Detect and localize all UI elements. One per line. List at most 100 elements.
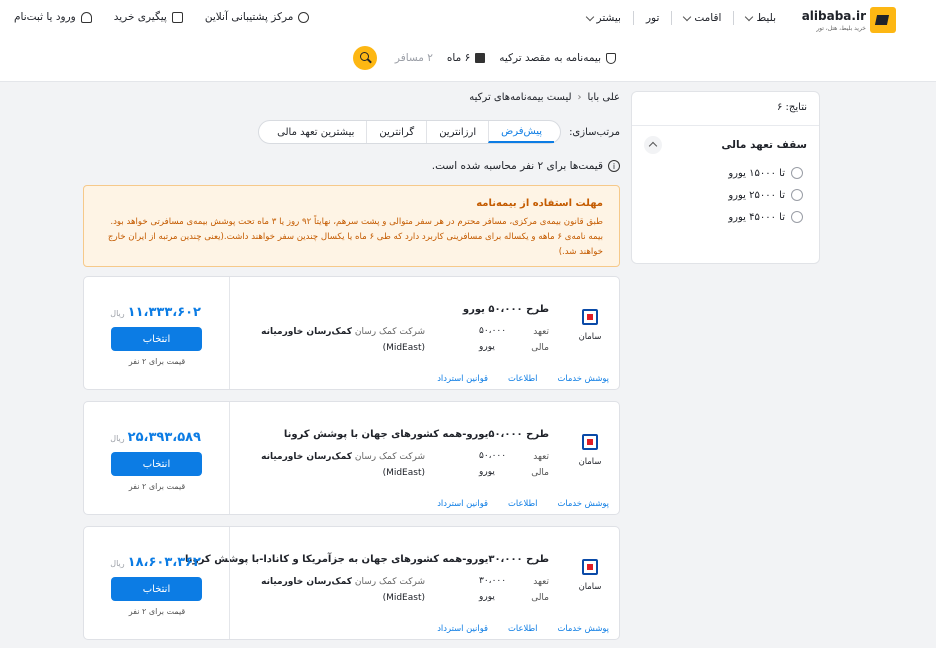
- assistance-company: شرکت کمک رسان کمک‌رسان خاورمیانه (MidEas…: [261, 449, 425, 481]
- header-actions: ورود یا ثبت‌نام پیگیری خرید مرکز پشتیبان…: [14, 11, 310, 23]
- sort-tab-default[interactable]: پیش‌فرض: [488, 121, 555, 143]
- nav-item-ticket[interactable]: بلیط: [736, 12, 786, 24]
- price-value: ۲۵،۳۹۳،۵۸۹: [127, 430, 201, 445]
- card-links: پوشش خدمات اطلاعات قوانین استرداد: [437, 498, 609, 508]
- commitment-labels: تعهد مالی: [531, 574, 549, 606]
- price-value: ۱۱،۳۳۳،۶۰۲: [127, 305, 201, 320]
- radio-button[interactable]: [791, 211, 803, 223]
- search-destination[interactable]: بیمه‌نامه به مقصد ترکیه: [499, 52, 616, 64]
- search-summary[interactable]: بیمه‌نامه به مقصد ترکیه ۶ ماه ۲ مسافر: [352, 46, 616, 70]
- main-nav: بلیط اقامت تور بیشتر: [577, 11, 786, 25]
- filter-option-label: تا ۱۵۰۰۰ یورو: [728, 167, 785, 179]
- tracking-label: پیگیری خرید: [113, 11, 167, 23]
- coverage-link[interactable]: پوشش خدمات: [557, 373, 609, 383]
- card-links: پوشش خدمات اطلاعات قوانین استرداد: [437, 623, 609, 633]
- radio-button[interactable]: [791, 167, 803, 179]
- sort-tab-most-expensive[interactable]: گرانترین: [366, 121, 426, 143]
- company-prefix: شرکت کمک رسان: [354, 327, 425, 337]
- chevron-up-icon[interactable]: [644, 136, 662, 154]
- commitment-unit: یورو: [479, 592, 495, 602]
- alert-text: طبق قانون بیمه‌ی مرکزی، مسافر محترم در ه…: [100, 215, 603, 260]
- filter-title: سقف تعهد مالی: [721, 139, 807, 151]
- saman-logo-icon: [580, 307, 600, 327]
- company-name-en: (MidEast): [382, 593, 425, 603]
- filter-option-15000[interactable]: تا ۱۵۰۰۰ یورو: [632, 162, 819, 184]
- select-button[interactable]: انتخاب: [111, 327, 202, 351]
- breadcrumb-home[interactable]: علی بابا: [588, 92, 620, 103]
- commitment-labels: تعهد مالی: [531, 324, 549, 356]
- price-box: ریال ۲۵،۳۹۳،۵۸۹ انتخاب قیمت برای ۲ نفر: [84, 402, 230, 514]
- radio-button[interactable]: [791, 189, 803, 201]
- support-link[interactable]: مرکز پشتیبانی آنلاین: [205, 11, 310, 23]
- price-value: ۱۸،۶۰۳،۳۶۲: [127, 555, 201, 570]
- commitment-labels: تعهد مالی: [531, 449, 549, 481]
- refund-rules-link[interactable]: قوانین استرداد: [437, 373, 488, 383]
- login-label: ورود یا ثبت‌نام: [14, 11, 76, 23]
- insurance-card: سامان طرح ۵۰،۰۰۰ یورو تعهد مالی ۵۰،۰۰۰ ی…: [83, 276, 620, 390]
- destination-text: بیمه‌نامه به مقصد ترکیه: [499, 52, 601, 64]
- price-box: ریال ۱۱،۳۳۳،۶۰۲ انتخاب قیمت برای ۲ نفر: [84, 277, 230, 389]
- card-links: پوشش خدمات اطلاعات قوانین استرداد: [437, 373, 609, 383]
- sort-tab-highest-coverage[interactable]: بیشترین تعهد مالی: [265, 121, 366, 143]
- alert-line: طبق قانون بیمه‌ی مرکزی، مسافر محترم در ه…: [110, 217, 603, 227]
- company-prefix: شرکت کمک رسان: [354, 577, 425, 587]
- info-link[interactable]: اطلاعات: [508, 498, 537, 508]
- receipt-icon: [171, 11, 183, 23]
- refund-rules-link[interactable]: قوانین استرداد: [437, 498, 488, 508]
- commitment-values: ۵۰،۰۰۰ یورو: [479, 323, 507, 355]
- insurer-name: سامان: [578, 331, 602, 341]
- sort-label: مرتب‌سازی:: [569, 126, 620, 138]
- search-button[interactable]: [352, 46, 377, 70]
- info-link[interactable]: اطلاعات: [508, 373, 537, 383]
- assistance-company: شرکت کمک رسان کمک‌رسان خاورمیانه (MidEas…: [261, 574, 425, 606]
- coverage-link[interactable]: پوشش خدمات: [557, 623, 609, 633]
- passengers-text: ۲ مسافر: [394, 52, 433, 64]
- company-name: کمک‌رسان خاورمیانه: [261, 577, 352, 587]
- financial-label: مالی: [531, 468, 549, 478]
- refund-rules-link[interactable]: قوانین استرداد: [437, 623, 488, 633]
- coverage-link[interactable]: پوشش خدمات: [557, 498, 609, 508]
- filter-option-25000[interactable]: تا ۲۵۰۰۰ یورو: [632, 184, 819, 206]
- filter-option-45000[interactable]: تا ۴۵۰۰۰ یورو: [632, 206, 819, 228]
- chevron-down-icon: [585, 12, 594, 21]
- info-link[interactable]: اطلاعات: [508, 623, 537, 633]
- price-for-note: قیمت برای ۲ نفر: [128, 482, 186, 491]
- commitment-label: تعهد: [533, 577, 549, 587]
- filter-header[interactable]: سقف تعهد مالی: [632, 126, 819, 162]
- nav-divider: [632, 11, 634, 25]
- search-duration[interactable]: ۶ ماه: [447, 52, 486, 64]
- select-button[interactable]: انتخاب: [111, 452, 202, 476]
- company-name: کمک‌رسان خاورمیانه: [261, 327, 352, 337]
- nav-item-more[interactable]: بیشتر: [577, 12, 631, 24]
- chevron-down-icon: [683, 12, 692, 21]
- plan-price: ریال ۱۱،۳۳۳،۶۰۲: [110, 305, 201, 320]
- nav-item-tour[interactable]: تور: [636, 12, 669, 24]
- commitment-unit: یورو: [479, 467, 495, 477]
- search-passengers[interactable]: ۲ مسافر: [395, 52, 433, 64]
- insurer-name: سامان: [578, 456, 602, 466]
- currency-label: ریال: [110, 559, 125, 568]
- price-note-text: قیمت‌ها برای ۲ نفر محاسبه شده است.: [431, 160, 603, 172]
- sort-tabs: پیش‌فرض ارزانترین گرانترین بیشترین تعهد …: [258, 120, 562, 144]
- assistance-company: شرکت کمک رسان کمک‌رسان خاورمیانه (MidEas…: [261, 324, 425, 356]
- commitment-unit: یورو: [479, 342, 495, 352]
- plan-price: ریال ۲۵،۳۹۳،۵۸۹: [110, 430, 201, 445]
- info-icon: i: [608, 160, 620, 172]
- financial-label: مالی: [531, 343, 549, 353]
- nav-item-label: بلیط: [756, 12, 776, 24]
- select-button[interactable]: انتخاب: [111, 577, 202, 601]
- filter-option-label: تا ۲۵۰۰۰ یورو: [728, 189, 785, 201]
- nav-item-accommodation[interactable]: اقامت: [674, 12, 731, 24]
- logo-mark-icon: [870, 7, 896, 33]
- price-for-note: قیمت برای ۲ نفر: [128, 607, 186, 616]
- alibaba-logo[interactable]: alibaba.ir خرید بلیط، هتل، تور: [802, 6, 896, 36]
- order-tracking-link[interactable]: پیگیری خرید: [114, 11, 183, 23]
- alert-line: خواهند شد.): [558, 247, 603, 257]
- saman-logo-icon: [580, 432, 600, 452]
- commitment-amount: ۵۰،۰۰۰: [479, 326, 507, 336]
- financial-label: مالی: [531, 593, 549, 603]
- alert-title: مهلت استفاده از بیمه‌نامه: [476, 198, 603, 209]
- login-link[interactable]: ورود یا ثبت‌نام: [14, 11, 92, 23]
- nav-divider: [733, 11, 735, 25]
- sort-tab-cheapest[interactable]: ارزانترین: [426, 121, 488, 143]
